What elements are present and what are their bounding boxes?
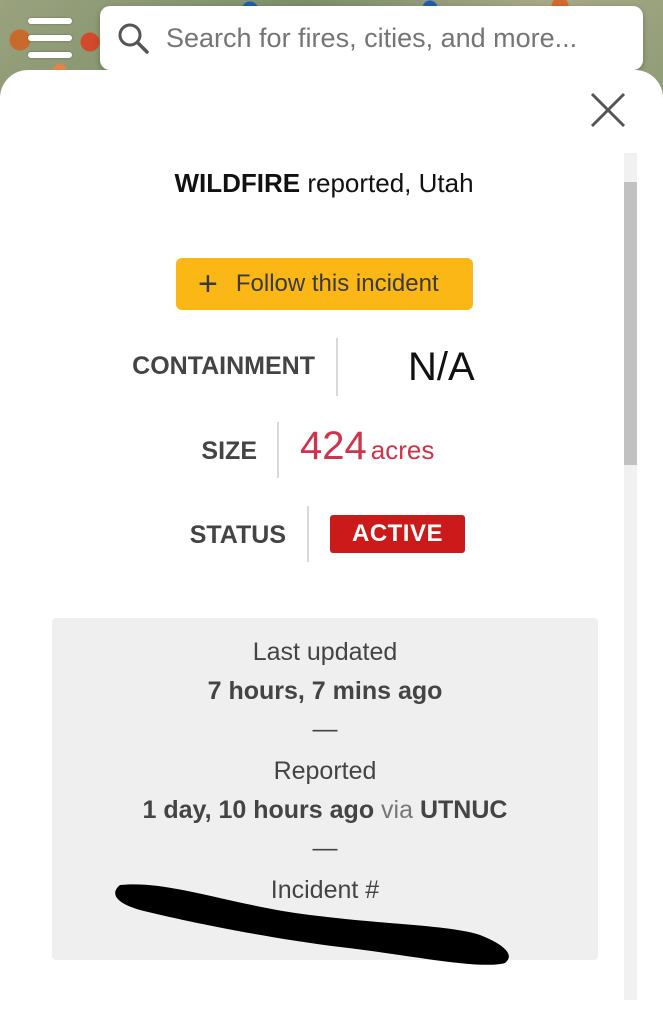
scrollbar-thumb[interactable]: [624, 182, 637, 465]
status-divider: [307, 506, 309, 562]
search-icon: [118, 23, 149, 54]
details-separator: —: [312, 834, 338, 862]
report-source: UTNUC: [419, 796, 508, 824]
follow-incident-button[interactable]: + Follow this incident: [176, 258, 473, 310]
size-value: 424 acres: [300, 424, 434, 469]
menu-icon-bar: [28, 18, 72, 24]
via-text: via: [374, 796, 420, 824]
menu-button[interactable]: [28, 18, 72, 58]
plus-icon: +: [198, 265, 218, 303]
containment-value: N/A: [408, 345, 475, 389]
reported-value-line: 1 day, 10 hours ago via UTNUC: [52, 796, 598, 825]
size-label: SIZE: [201, 437, 257, 465]
incident-headline: WILDFIRE reported, Utah: [0, 168, 648, 199]
status-label: STATUS: [189, 521, 286, 549]
containment-label: CONTAINMENT: [132, 352, 315, 380]
redaction-scribble: [115, 884, 509, 965]
containment-divider: [336, 338, 338, 396]
size-divider: [277, 422, 279, 478]
search-input[interactable]: [164, 21, 628, 55]
size-number: 424: [300, 424, 367, 468]
incident-type: WILDFIRE: [174, 168, 301, 198]
menu-icon-bar: [28, 35, 72, 41]
follow-label: Follow this incident: [235, 270, 439, 297]
last-updated-value: 7 hours, 7 mins ago: [207, 677, 443, 705]
close-button[interactable]: [588, 90, 628, 130]
last-updated-label: Last updated: [252, 638, 398, 666]
reported-value: 1 day, 10 hours ago: [142, 796, 375, 824]
details-separator: —: [312, 715, 338, 743]
reported-label: Reported: [273, 757, 377, 785]
size-unit: acres: [370, 435, 435, 465]
status-badge: ACTIVE: [330, 515, 465, 553]
close-icon: [590, 92, 626, 128]
search-bar[interactable]: [100, 6, 643, 70]
menu-icon-bar: [28, 52, 72, 58]
incident-location: reported, Utah: [300, 168, 474, 198]
